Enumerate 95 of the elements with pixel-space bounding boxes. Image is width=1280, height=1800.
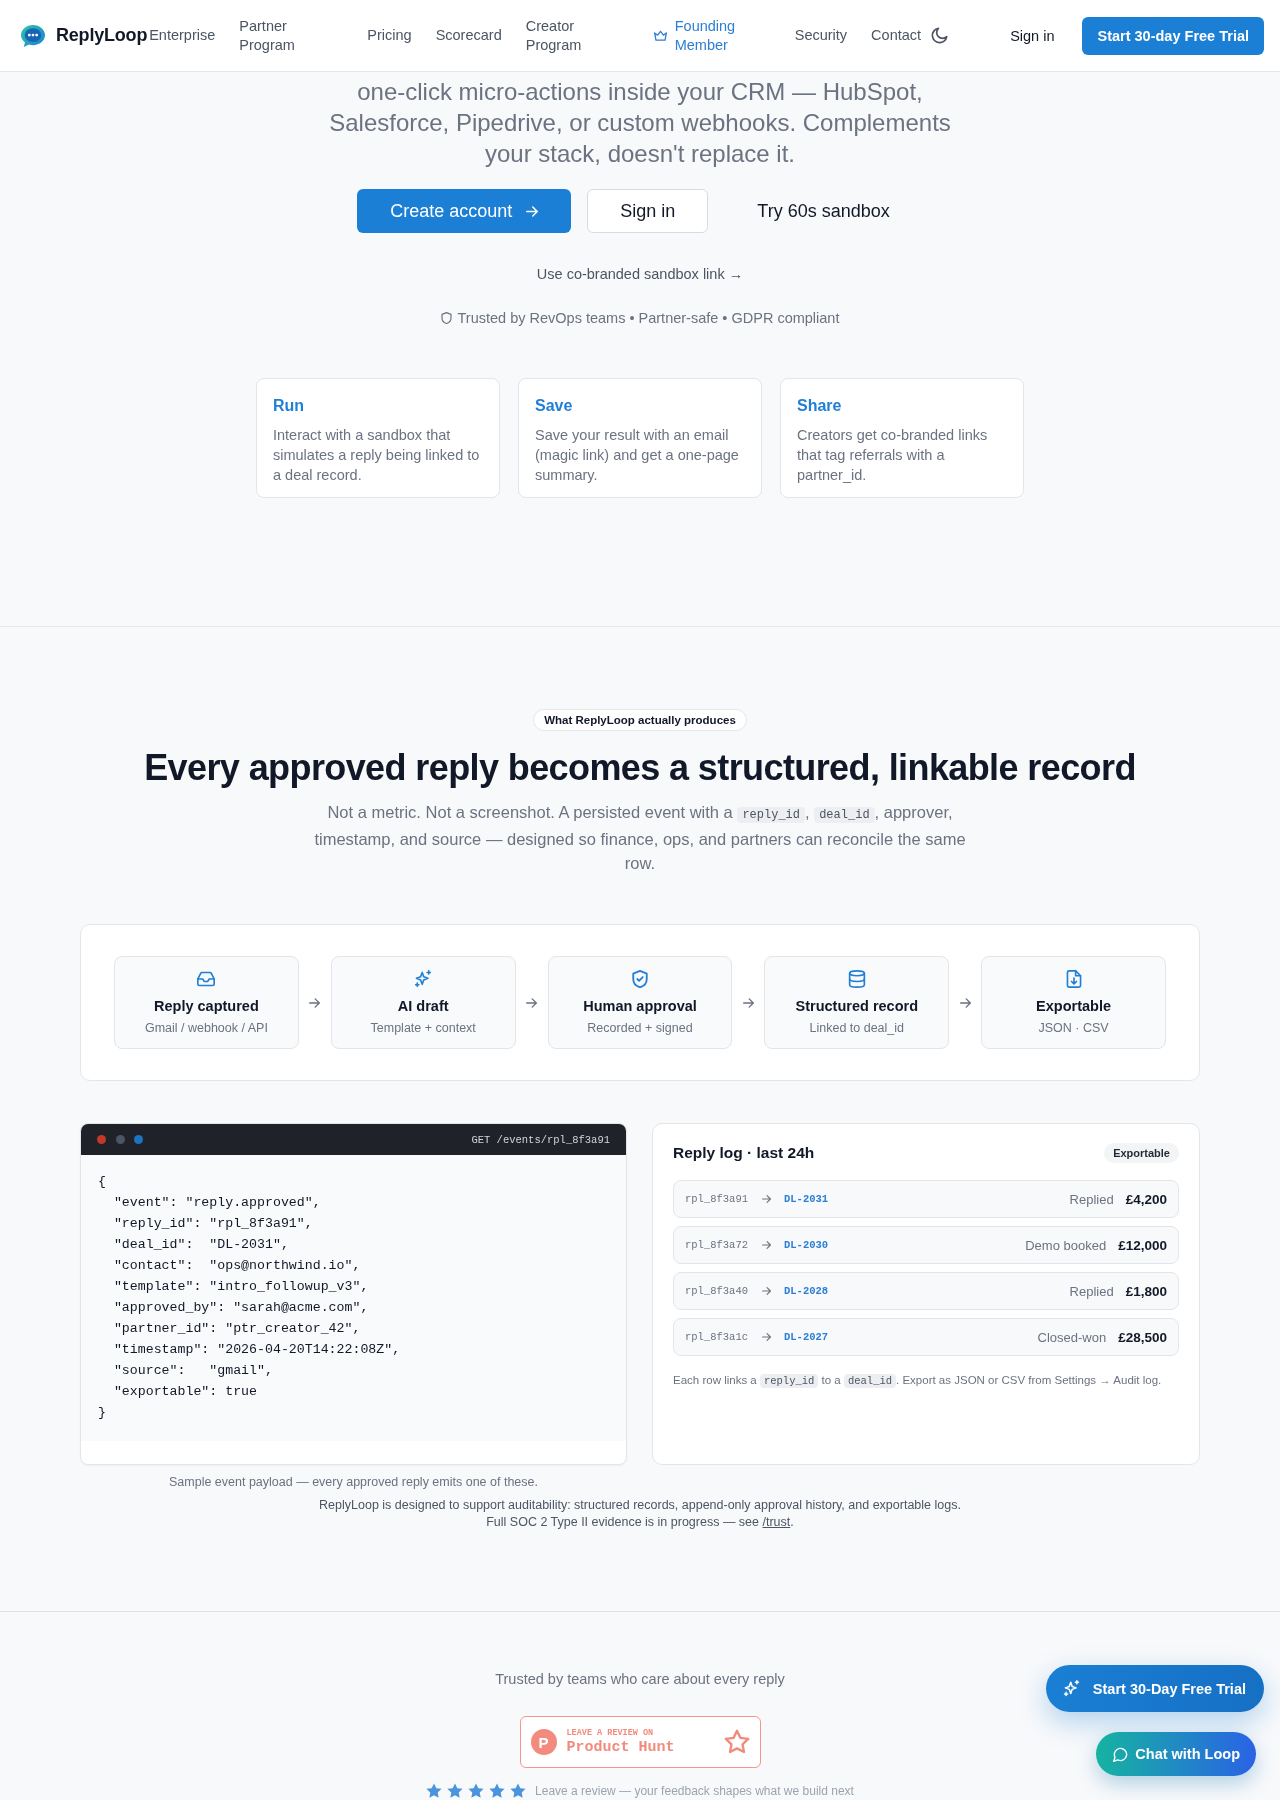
card-title: Run <box>273 396 306 416</box>
star-icon <box>447 1783 464 1799</box>
chat-bubble-icon <box>1113 1746 1129 1762</box>
arrow-right-icon <box>762 1287 771 1295</box>
arrow-right-icon <box>762 1333 771 1341</box>
shield-icon <box>440 312 452 324</box>
window-dot-icon <box>134 1135 143 1144</box>
nav-link[interactable]: Scorecard <box>435 26 502 45</box>
arrow-right-icon <box>762 1241 771 1249</box>
star-icon <box>426 1783 443 1799</box>
sparkles-icon <box>414 970 433 988</box>
deal-id: DL-2027 <box>784 1331 829 1343</box>
code-caption: Sample event payload — every approved reply emits one of these. <box>168 1474 539 1491</box>
chat-bubble-logo-icon <box>20 23 46 48</box>
step-title: Human approval <box>583 997 697 1016</box>
brand-logo[interactable]: ReplyLoop <box>20 23 148 48</box>
nav-link[interactable]: Pricing <box>367 26 412 45</box>
reply-id: rpl_8f3a1c <box>685 1331 748 1343</box>
window-dot-icon <box>115 1135 125 1144</box>
hero-description: one-click micro-actions inside your CRM — HubSpot, Salesforce, Pipedrive, or custom webhooks. Complements your stack, doesn't replace it. <box>328 77 952 169</box>
step-title: Reply captured <box>154 997 259 1016</box>
chat-button[interactable]: Chat with Loop <box>1096 1732 1256 1776</box>
sign-in-link[interactable]: Sign in <box>1010 27 1055 44</box>
card-tag: Exportable <box>1104 1143 1179 1163</box>
status-text: Closed-won <box>1037 1329 1107 1345</box>
code-block: { "event": "reply.approved", "reply_id": "rpl_8f3a91", "deal_id": "DL-2031", "contact": "ops@northwind.io", "template": "intro_followup_v3", "approved_by": "sarah@acme.com", "partner_id": "ptr_creator_42", "timestamp": "2026-04-20T14:22:08Z", "source": "gmail", "exportable": true } <box>81 1155 626 1441</box>
deal-id: DL-2028 <box>784 1285 829 1297</box>
section-description: Not a metric. Not a screenshot. A persisted event with a reply_id , deal_id , approver, timestamp, and source — designed so finance, ops, and partners can reconcile the same row. <box>313 802 967 874</box>
nav-link[interactable]: Founding Member <box>653 16 771 55</box>
deal-id: DL-2030 <box>784 1239 829 1251</box>
amount-text: £28,500 <box>1118 1329 1167 1345</box>
database-icon <box>847 970 866 988</box>
reply-id: rpl_8f3a91 <box>685 1193 748 1205</box>
audit-note: ReplyLoop is designed to support auditability: structured records, append-only approval history, and exportable logs. <box>319 1497 961 1514</box>
section-heading: Every approved reply becomes a structured, linkable record <box>144 746 1136 790</box>
arrow-right-icon <box>742 997 754 1008</box>
step-title: AI draft <box>397 997 449 1016</box>
step-title: Structured record <box>795 997 919 1016</box>
request-path: GET /events/rpl_8f3a91 <box>471 1133 610 1146</box>
deal-id: DL-2031 <box>784 1193 829 1205</box>
start-trial-button[interactable]: Start 30-Day Free Trial <box>1045 1665 1264 1712</box>
inbox-icon <box>197 970 216 988</box>
card-title: Share <box>797 396 843 416</box>
footer-tagline: Trusted by teams who care about every reply <box>495 1670 785 1689</box>
amount-text: £12,000 <box>1118 1237 1167 1253</box>
star-icon <box>489 1783 506 1799</box>
star-icon <box>510 1783 527 1799</box>
card-title: Reply log · last 24h <box>673 1143 815 1163</box>
file-download-icon <box>1064 970 1083 988</box>
card-text: Save your result with an email (magic link) and get a one-page summary. <box>535 426 740 485</box>
star-outline-icon <box>723 1729 750 1755</box>
nav-link[interactable]: Creator Program <box>525 16 630 55</box>
card-text: Interact with a sandbox that simulates a reply being linked to a deal record. <box>273 426 481 485</box>
log-footnote: Each row links a reply_id to a deal_id . Export as JSON or CSV from Settings → Audit log. <box>673 1373 1163 1390</box>
section-label: What ReplyLoop actually produces <box>533 709 747 731</box>
card-text: Creators get co-branded links that tag referrals with a partner_id. <box>797 426 989 485</box>
shield-check-icon <box>631 970 649 988</box>
amount-text: £4,200 <box>1125 1191 1167 1207</box>
sparkles-icon <box>1062 1680 1080 1697</box>
step-subtitle: Linked to deal_id <box>809 1020 905 1036</box>
start-trial-button[interactable]: Start 30-day Free Trial <box>1082 16 1264 55</box>
audit-note: Full SOC 2 Type II evidence is in progress — see /trust. <box>486 1514 794 1531</box>
product-hunt-logo: P <box>530 1729 557 1755</box>
sandbox-button[interactable]: Try 60s sandbox <box>724 189 923 233</box>
nav-link[interactable]: Partner Program <box>239 16 344 55</box>
arrow-right-icon <box>526 997 538 1008</box>
arrow-right-icon <box>526 205 539 217</box>
rating-caption: Leave a review — your feedback shapes what we build next <box>535 1783 854 1799</box>
step-title: Exportable <box>1036 997 1112 1016</box>
window-dot-icon <box>97 1135 106 1144</box>
nav-link[interactable]: Security <box>794 26 848 45</box>
step-subtitle: JSON · CSV <box>1038 1020 1109 1036</box>
step-subtitle: Gmail / webhook / API <box>144 1020 268 1036</box>
reply-id: rpl_8f3a40 <box>685 1285 748 1297</box>
arrow-right-icon <box>309 997 321 1008</box>
step-subtitle: Recorded + signed <box>587 1020 693 1036</box>
star-rating[interactable] <box>426 1783 527 1799</box>
amount-text: £1,800 <box>1125 1283 1167 1299</box>
sandbox-link[interactable]: Use co-branded sandbox link → <box>536 264 744 284</box>
arrow-right-icon <box>762 1195 771 1203</box>
reply-id: rpl_8f3a72 <box>685 1239 748 1251</box>
status-text: Demo booked <box>1025 1237 1107 1253</box>
status-text: Replied <box>1069 1191 1114 1207</box>
star-icon <box>468 1783 485 1799</box>
status-text: Replied <box>1069 1283 1114 1299</box>
create-account-button[interactable]: Create account <box>357 189 572 233</box>
moon-icon[interactable] <box>931 27 949 44</box>
card-title: Save <box>535 396 574 416</box>
sign-in-button[interactable]: Sign in <box>587 189 709 233</box>
arrow-right-icon <box>959 997 971 1008</box>
step-subtitle: Template + context <box>370 1020 476 1036</box>
nav-link[interactable]: Enterprise <box>149 26 216 45</box>
trust-statement: Trusted by RevOps teams • Partner-safe • GDPR compliant <box>457 309 840 328</box>
crown-icon <box>653 30 667 41</box>
nav-link[interactable]: Contact <box>871 26 922 45</box>
